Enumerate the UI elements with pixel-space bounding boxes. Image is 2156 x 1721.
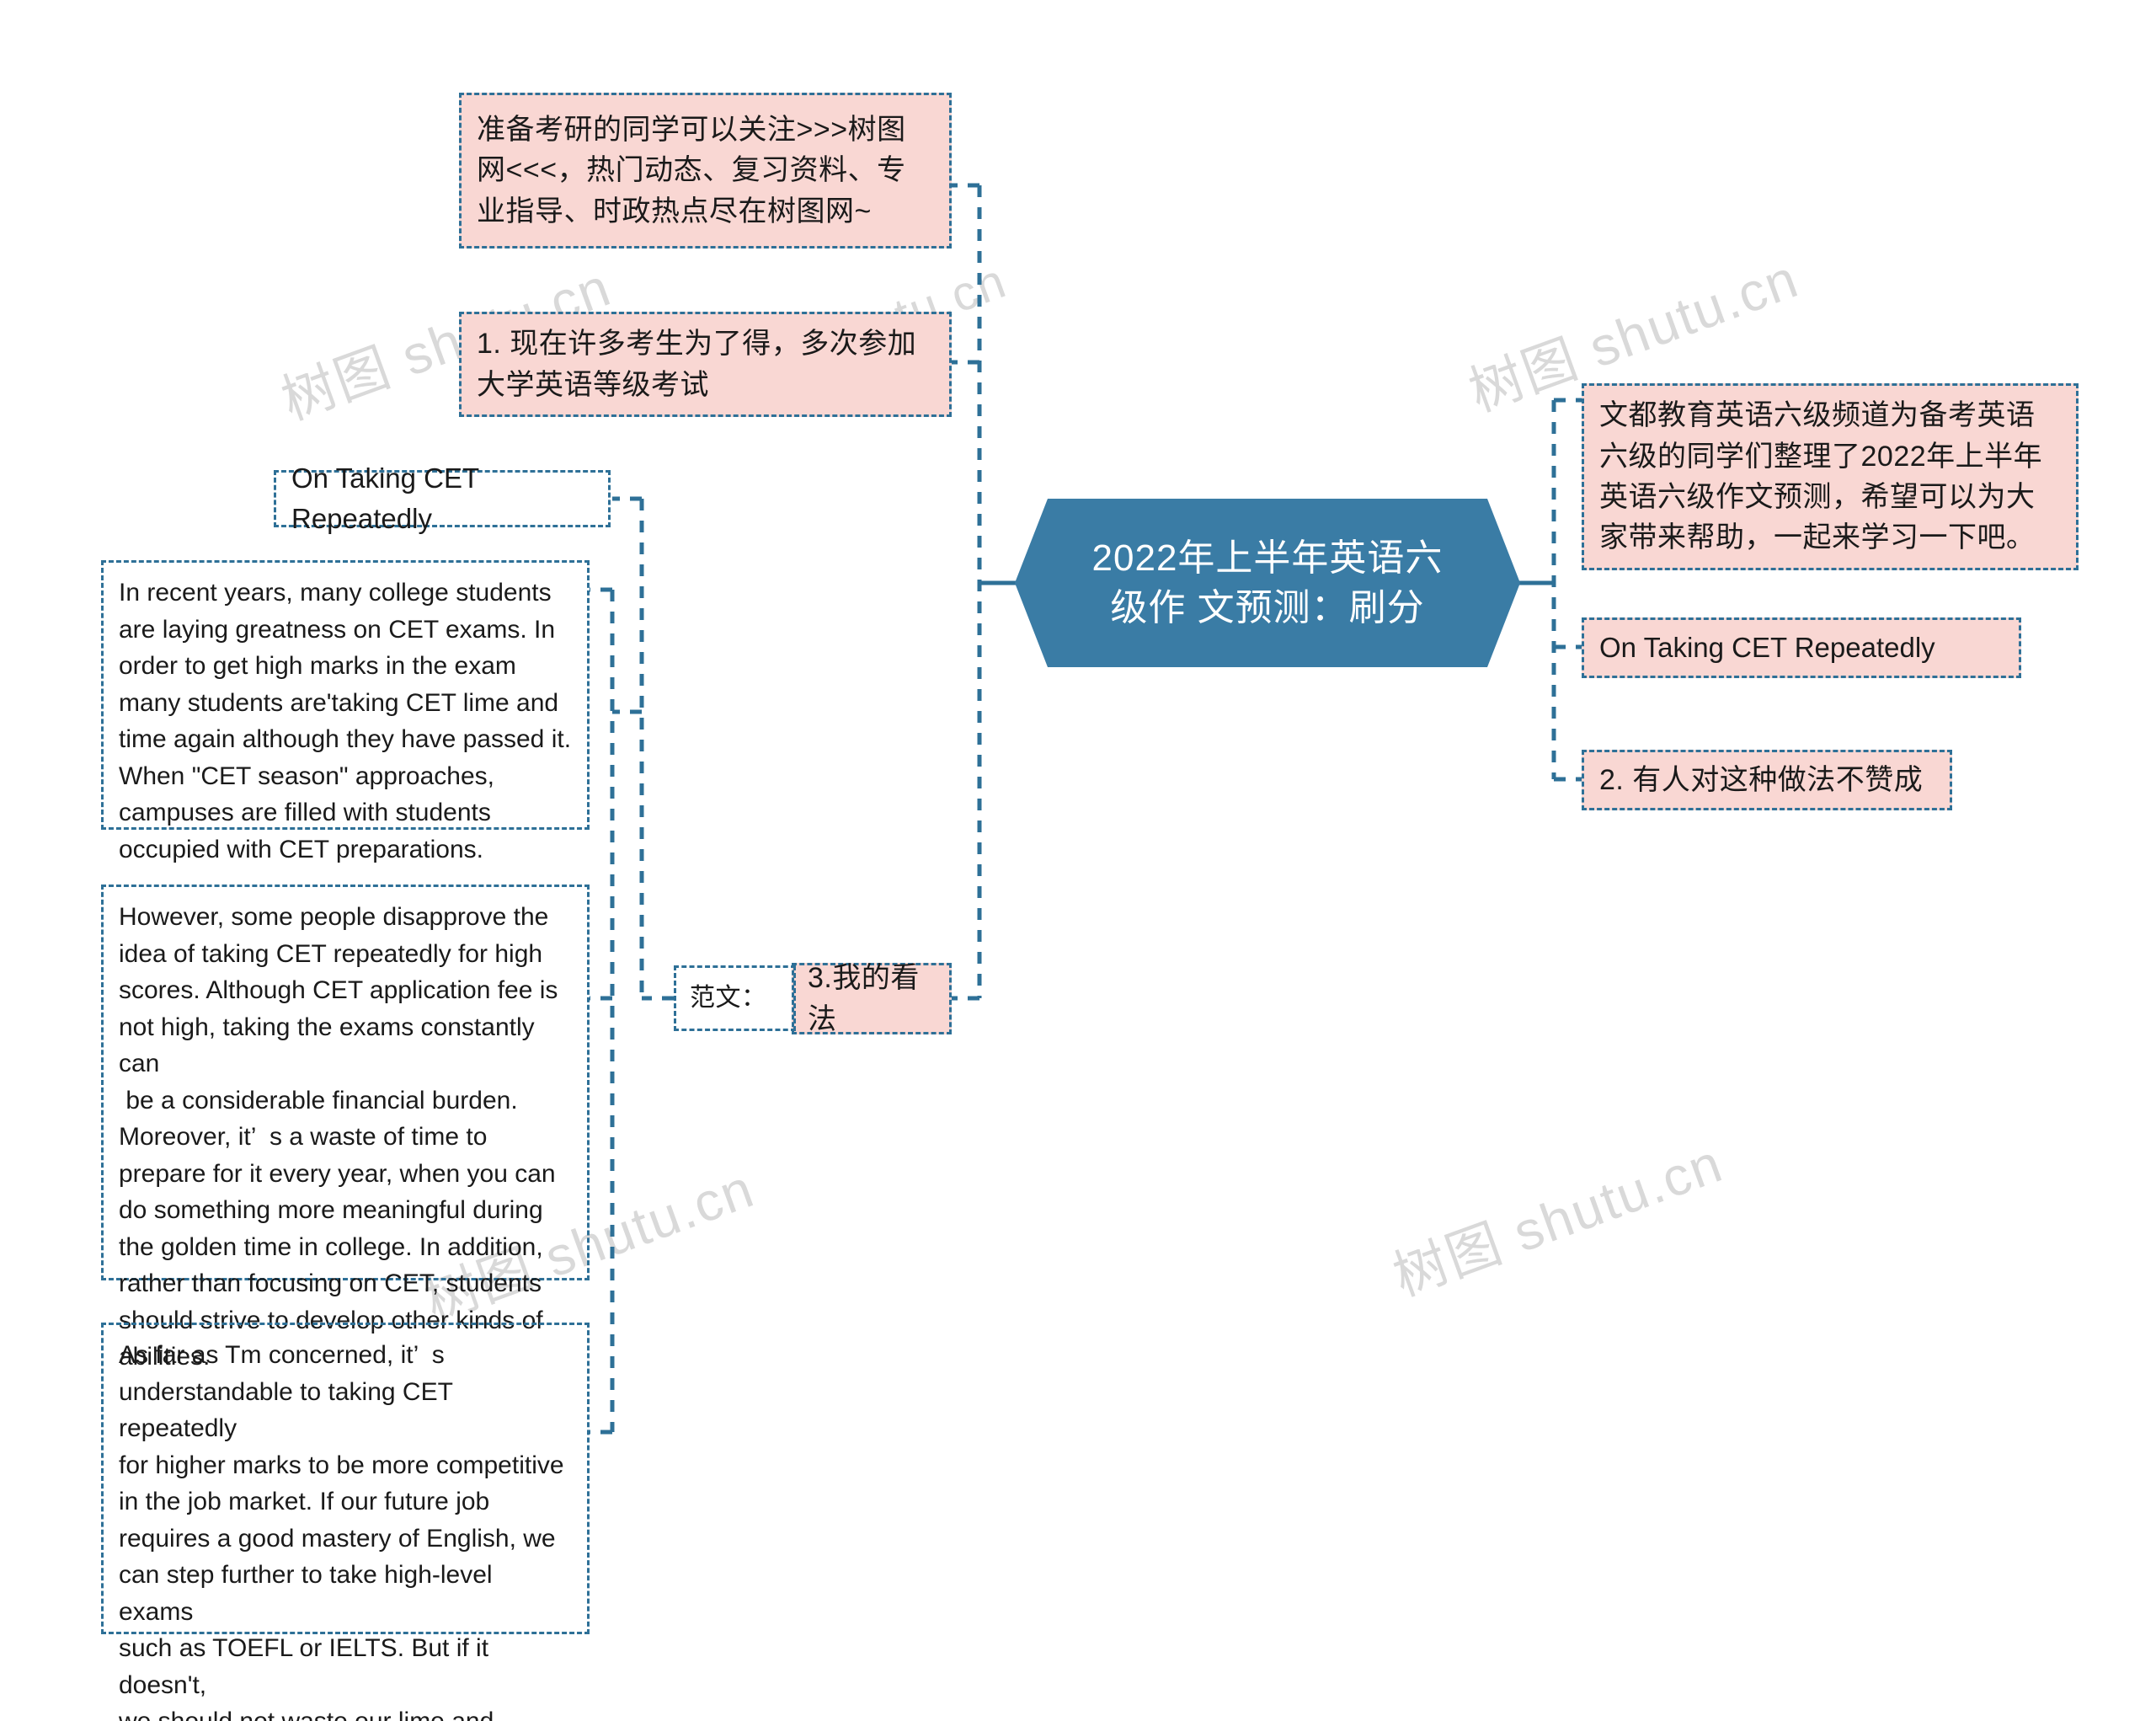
node-essay-title[interactable]: On Taking CET Repeatedly: [274, 462, 611, 534]
central-node[interactable]: 2022年上半年英语六级作 文预测：刷分: [1015, 499, 1520, 667]
node-essay-para-2-label: However, some people disapprove the idea…: [119, 903, 558, 1371]
central-node-label: 2022年上半年英语六级作 文预测：刷分: [1091, 537, 1444, 628]
node-intro[interactable]: 文都教育英语六级频道为备考英语 六级的同学们整理了2022年上半年 英语六级作文…: [1582, 383, 2079, 570]
node-point-1[interactable]: 1. 现在许多考生为了得，多次参加 大学英语等级考试: [459, 312, 952, 417]
node-essay-para-3[interactable]: As far as Tm concerned, it’ s understand…: [101, 1323, 590, 1721]
node-essay-para-1[interactable]: In recent years, many college students a…: [101, 560, 590, 863]
node-topic-en-label: On Taking CET Repeatedly: [1599, 632, 1935, 664]
node-essay-para-1-label: In recent years, many college students a…: [119, 579, 572, 863]
node-point-2[interactable]: 2. 有人对这种做法不赞成: [1582, 750, 1952, 810]
node-point-1-label: 1. 现在许多考生为了得，多次参加 大学英语等级考试: [477, 328, 917, 401]
node-point-3[interactable]: 3.我的看法: [792, 962, 952, 1035]
watermark: 树图 shutu.cn: [1385, 1131, 1731, 1307]
node-essay-title-label: On Taking CET Repeatedly: [291, 462, 487, 534]
node-essay-para-3-label: As far as Tm concerned, it’ s understand…: [119, 1341, 564, 1721]
node-intro-label: 文都教育英语六级频道为备考英语 六级的同学们整理了2022年上半年 英语六级作文…: [1599, 399, 2043, 554]
node-point-3-label: 3.我的看法: [808, 962, 920, 1035]
node-essay-para-2[interactable]: However, some people disapprove the idea…: [101, 885, 590, 1371]
node-point-2-label: 2. 有人对这种做法不赞成: [1599, 763, 1924, 796]
mindmap-canvas: 树图 shutu.cn 树图 shutu.cn 树图 shutu.cn 树图 s…: [0, 0, 2156, 1721]
node-promo[interactable]: 准备考研的同学可以关注>>>树图 网<<<，热门动态、复习资料、专 业指导、时政…: [459, 93, 952, 249]
node-sample-label[interactable]: 范文：: [674, 965, 796, 1031]
node-promo-label: 准备考研的同学可以关注>>>树图 网<<<，热门动态、复习资料、专 业指导、时政…: [477, 114, 906, 227]
node-sample-label-text: 范文：: [690, 983, 767, 1012]
node-topic-en[interactable]: On Taking CET Repeatedly: [1582, 617, 2021, 678]
